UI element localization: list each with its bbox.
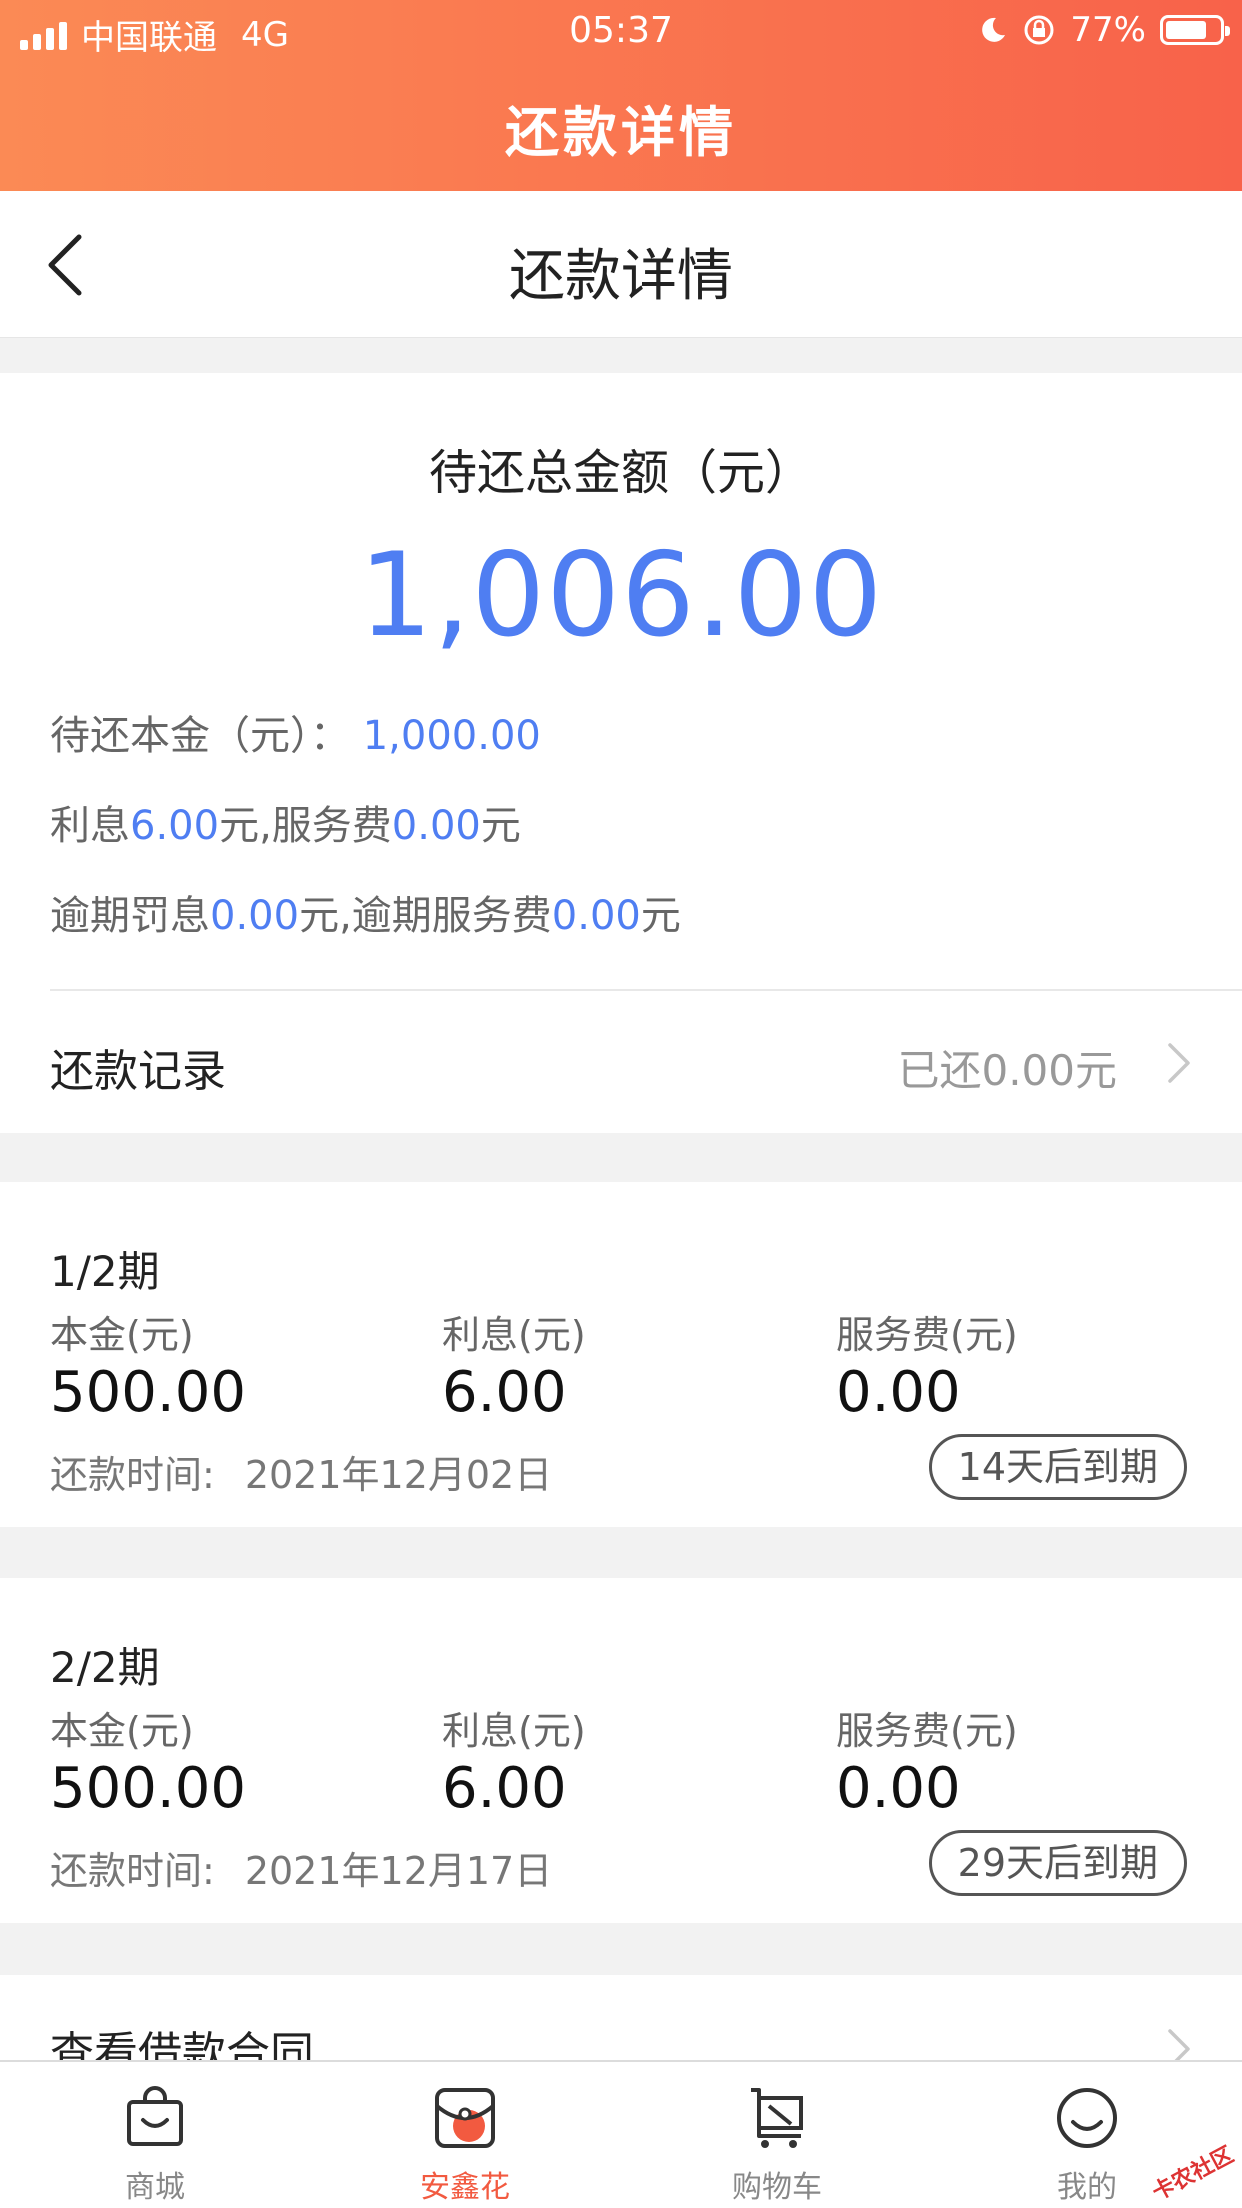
battery-percent: 77%: [1070, 10, 1146, 50]
service-fee-label: 服务费(元): [836, 1313, 1018, 1357]
status-bar: 中国联通 4G 05:37 77%: [0, 0, 1242, 62]
shopping-bag-icon: [127, 2086, 183, 2146]
rotation-lock-icon: [1024, 15, 1054, 45]
due-status-badge: 29天后到期: [928, 1830, 1187, 1896]
interest-line: 利息6.00元,服务费0.00元: [50, 793, 521, 851]
tab-anxinhua[interactable]: 安鑫花: [385, 2086, 545, 2206]
period-title: 2/2期: [50, 1643, 160, 1692]
service-label: ,服务费: [259, 803, 392, 849]
due-status-badge: 14天后到期: [928, 1434, 1187, 1500]
interest-value: 6.00: [442, 1360, 567, 1425]
overdue-service-value: 0.00: [551, 893, 641, 939]
interest-label: 利息(元): [442, 1313, 586, 1357]
tab-cart[interactable]: 购物车: [697, 2086, 857, 2206]
summary-card: 待还总金额（元） 1,006.00 待还本金（元）： 1,000.00 利息6.…: [0, 373, 1242, 1133]
due-label: 还款时间:: [50, 1849, 215, 1893]
due-date: 2021年12月17日: [244, 1849, 553, 1893]
chevron-right-icon: [1168, 1043, 1190, 1083]
due-date: 2021年12月02日: [244, 1453, 553, 1497]
principal-label: 本金(元): [50, 1709, 194, 1753]
chevron-left-icon: [48, 234, 82, 296]
nav-bar: 还款详情: [0, 191, 1242, 338]
principal-label: 本金(元): [50, 1313, 194, 1357]
principal-line: 待还本金（元）： 1,000.00: [50, 703, 541, 761]
yuan-text: 元: [299, 893, 340, 939]
service-value: 0.00: [391, 803, 481, 849]
interest-label: 利息: [50, 803, 130, 849]
contract-label: 查看借款合同: [50, 2028, 314, 2065]
back-button[interactable]: [30, 227, 100, 303]
tab-label: 购物车: [732, 2170, 822, 2205]
yuan-text: 元: [219, 803, 260, 849]
interest-value: 6.00: [442, 1756, 567, 1821]
service-fee-value: 0.00: [836, 1360, 961, 1425]
battery-icon: [1160, 15, 1230, 45]
service-fee-value: 0.00: [836, 1756, 961, 1821]
principal-value: 1,000.00: [362, 713, 541, 759]
interest-value: 6.00: [130, 803, 220, 849]
period-card-1: 1/2期 本金(元) 利息(元) 服务费(元) 500.00 6.00 0.00…: [0, 1182, 1242, 1527]
record-label: 还款记录: [50, 1046, 226, 1097]
cart-icon: [751, 2088, 803, 2148]
interest-label: 利息(元): [442, 1709, 586, 1753]
tab-label: 安鑫花: [420, 2170, 510, 2205]
service-fee-label: 服务费(元): [836, 1709, 1018, 1753]
smiley-icon: [1057, 2088, 1117, 2148]
repayment-record-row[interactable]: 还款记录 已还0.00元: [0, 991, 1242, 1133]
total-label: 待还总金额（元）: [428, 445, 813, 501]
tab-label: 我的: [1057, 2170, 1117, 2205]
yuan-text: 元: [480, 803, 521, 849]
tab-label: 商城: [125, 2170, 185, 2205]
penalty-label: 逾期罚息: [50, 893, 210, 939]
tab-mine[interactable]: 我的: [1007, 2086, 1167, 2206]
due-date-line: 还款时间: 2021年12月17日: [50, 1840, 552, 1895]
principal-value: 500.00: [50, 1360, 246, 1425]
due-date-line: 还款时间: 2021年12月02日: [50, 1444, 552, 1499]
app-header: 中国联通 4G 05:37 77% 还款详情: [0, 0, 1242, 191]
status-right: 77%: [978, 10, 1230, 50]
record-value: 已还0.00元: [897, 1046, 1117, 1095]
penalty-line: 逾期罚息0.00元,逾期服务费0.00元: [50, 883, 681, 941]
due-label: 还款时间:: [50, 1453, 215, 1497]
principal-value: 500.00: [50, 1756, 246, 1821]
page-title: 还款详情: [509, 244, 733, 309]
period-card-2: 2/2期 本金(元) 利息(元) 服务费(元) 500.00 6.00 0.00…: [0, 1578, 1242, 1923]
principal-label: 待还本金（元）：: [50, 713, 350, 759]
total-amount: 1,006.00: [358, 528, 884, 663]
wallet-card-icon: [435, 2088, 495, 2148]
yuan-text: 元: [640, 893, 681, 939]
tab-bar: 商城 安鑫花 购物车 我的 卡农社区: [0, 2060, 1242, 2208]
view-contract-row[interactable]: 查看借款合同: [0, 1975, 1242, 2065]
moon-icon: [982, 17, 1006, 42]
overdue-service-label: ,逾期服务费: [339, 893, 552, 939]
period-title: 1/2期: [50, 1247, 160, 1296]
penalty-value: 0.00: [210, 893, 300, 939]
tab-mall[interactable]: 商城: [75, 2086, 235, 2206]
app-title: 还款详情: [505, 101, 737, 164]
